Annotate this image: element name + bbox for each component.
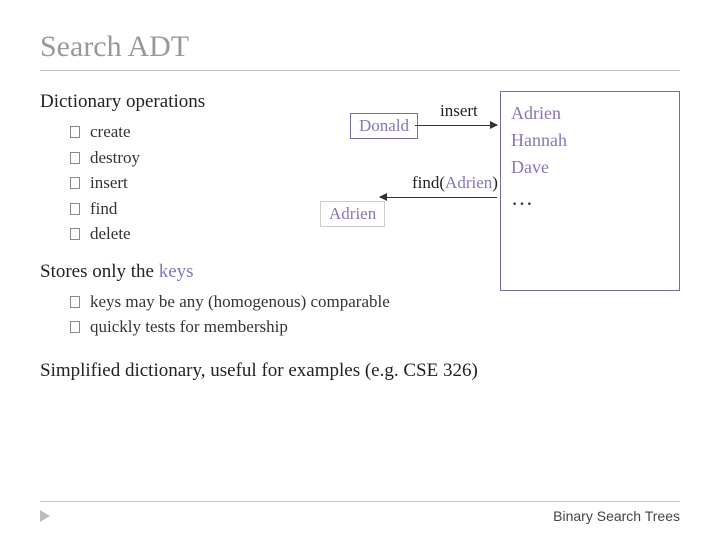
box-item: Dave <box>511 154 669 181</box>
list-item: quickly tests for membership <box>70 314 680 340</box>
list-item-label: find <box>90 199 117 218</box>
slide-title: Search ADT <box>40 30 680 64</box>
list-item-label: destroy <box>90 148 140 167</box>
find-label-pre: find( <box>412 173 445 192</box>
bullet-icon <box>70 296 80 308</box>
bullet-icon <box>70 177 80 189</box>
data-box: Adrien Hannah Dave … <box>500 91 680 291</box>
bullet-icon <box>70 126 80 138</box>
arrow-right-icon <box>415 125 497 126</box>
footer-text: Binary Search Trees <box>553 508 680 524</box>
list-item-label: create <box>90 122 131 141</box>
list-item-label: quickly tests for membership <box>90 317 288 336</box>
box-dots: … <box>511 181 669 214</box>
box-item: Adrien <box>511 100 669 127</box>
insert-value-box: Donald <box>350 113 418 139</box>
find-result-box: Adrien <box>320 201 385 227</box>
play-icon <box>40 510 50 522</box>
insert-label: insert <box>440 101 478 121</box>
footer: Binary Search Trees <box>40 501 680 524</box>
bullet-icon <box>70 152 80 164</box>
closing-text: Simplified dictionary, useful for exampl… <box>40 360 680 382</box>
title-rule <box>40 70 680 71</box>
arrow-left-icon <box>380 197 497 198</box>
bullet-icon <box>70 203 80 215</box>
heading-lead: Stores only the <box>40 261 159 282</box>
find-label: find(Adrien) <box>412 173 498 193</box>
box-item: Hannah <box>511 127 669 154</box>
heading-accent: keys <box>159 261 194 282</box>
bullet-icon <box>70 321 80 333</box>
list-item-label: insert <box>90 173 128 192</box>
find-label-arg: Adrien <box>445 173 492 192</box>
list-item-label: delete <box>90 224 131 243</box>
bullet-icon <box>70 228 80 240</box>
diagram: Adrien Hannah Dave … Donald Adrien inser… <box>320 91 680 311</box>
find-label-post: ) <box>492 173 498 192</box>
